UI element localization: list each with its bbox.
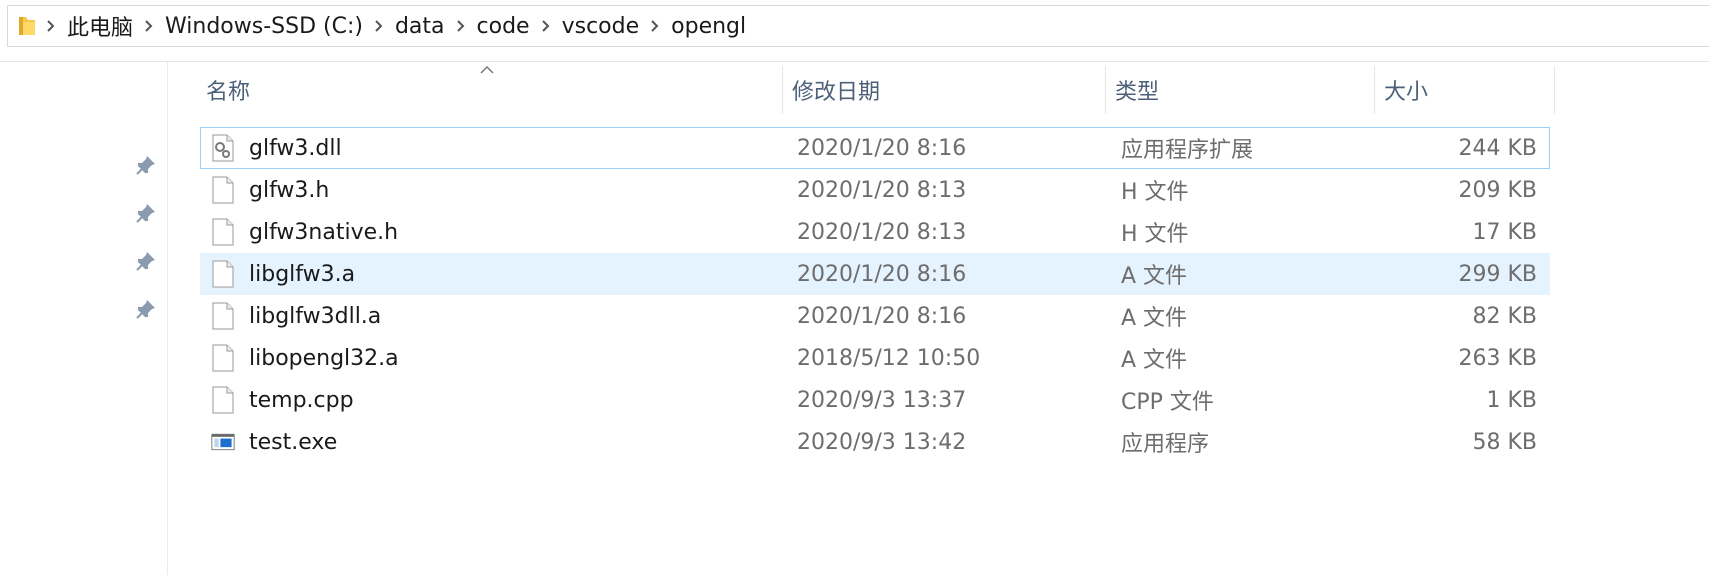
file-name: libglfw3dll.a (249, 303, 382, 329)
folder-icon (16, 15, 38, 37)
file-name: temp.cpp (249, 387, 354, 413)
file-size: 244 KB (1458, 135, 1537, 161)
file-modified: 2020/1/20 8:16 (797, 303, 967, 329)
file-row[interactable]: test.exe 2020/9/3 13:42 应用程序 58 KB (200, 421, 1550, 463)
toolbar-divider (0, 61, 1709, 62)
file-modified: 2020/9/3 13:37 (797, 387, 967, 413)
blank-file-icon (211, 260, 235, 288)
chevron-right-icon[interactable] (448, 6, 474, 46)
column-header-size[interactable]: 大小 (1374, 66, 1554, 114)
pin-icon[interactable] (135, 250, 157, 272)
blank-file-icon (211, 218, 235, 246)
file-type: H 文件 (1121, 180, 1189, 205)
file-size: 209 KB (1458, 177, 1537, 203)
file-name-cell: libglfw3.a (211, 254, 355, 294)
file-name: glfw3native.h (249, 219, 399, 245)
column-header-type[interactable]: 类型 (1105, 66, 1374, 114)
address-bar[interactable]: 此电脑 Windows-SSD (C:) data code vscode op… (7, 5, 1709, 47)
file-row[interactable]: temp.cpp 2020/9/3 13:37 CPP 文件 1 KB (200, 379, 1550, 421)
file-type: H 文件 (1121, 222, 1189, 247)
file-size: 263 KB (1458, 345, 1537, 371)
breadcrumb-item-data[interactable]: data (392, 14, 448, 39)
blank-file-icon (211, 344, 235, 372)
file-type: CPP 文件 (1121, 390, 1214, 415)
breadcrumb-item-vscode[interactable]: vscode (559, 14, 643, 39)
file-size: 58 KB (1472, 429, 1537, 455)
file-name-cell: glfw3native.h (211, 212, 398, 252)
file-type: 应用程序扩展 (1121, 138, 1254, 163)
file-row[interactable]: libopengl32.a 2018/5/12 10:50 A 文件 263 K… (200, 337, 1550, 379)
column-header-row: 名称 修改日期 类型 大小 (196, 66, 1558, 114)
navigation-pane (0, 62, 168, 575)
file-modified: 2020/9/3 13:42 (797, 429, 967, 455)
exe-window-icon (211, 428, 235, 456)
chevron-right-icon[interactable] (136, 6, 162, 46)
file-name: libopengl32.a (249, 345, 399, 371)
chevron-right-icon[interactable] (38, 6, 64, 46)
file-row[interactable]: glfw3.h 2020/1/20 8:13 H 文件 209 KB (200, 169, 1550, 211)
column-header-size-label: 大小 (1384, 80, 1429, 105)
file-row[interactable]: glfw3.dll 2020/1/20 8:16 应用程序扩展 244 KB (200, 127, 1550, 169)
chevron-right-icon[interactable] (642, 6, 668, 46)
file-name: glfw3.h (249, 177, 330, 203)
file-list: glfw3.dll 2020/1/20 8:16 应用程序扩展 244 KB g… (200, 127, 1550, 463)
breadcrumb-item-opengl[interactable]: opengl (668, 14, 749, 39)
chevron-right-icon[interactable] (533, 6, 559, 46)
column-header-name[interactable]: 名称 (196, 66, 782, 114)
file-modified: 2020/1/20 8:13 (797, 219, 967, 245)
file-type: A 文件 (1121, 264, 1188, 289)
file-modified: 2020/1/20 8:13 (797, 177, 967, 203)
file-name-cell: test.exe (211, 422, 337, 462)
file-row[interactable]: libglfw3dll.a 2020/1/20 8:16 A 文件 82 KB (200, 295, 1550, 337)
file-name-cell: libopengl32.a (211, 338, 399, 378)
file-name: libglfw3.a (249, 261, 356, 287)
file-modified: 2018/5/12 10:50 (797, 345, 981, 371)
breadcrumb-item-drive[interactable]: Windows-SSD (C:) (162, 14, 366, 39)
file-modified: 2020/1/20 8:16 (797, 135, 967, 161)
pin-icon[interactable] (135, 202, 157, 224)
file-name-cell: glfw3.dll (211, 128, 342, 168)
file-name: glfw3.dll (249, 135, 342, 161)
file-row[interactable]: glfw3native.h 2020/1/20 8:13 H 文件 17 KB (200, 211, 1550, 253)
file-explorer-window: 此电脑 Windows-SSD (C:) data code vscode op… (0, 0, 1709, 575)
pin-icon[interactable] (135, 298, 157, 320)
chevron-right-icon[interactable] (366, 6, 392, 46)
breadcrumb-item-this-pc[interactable]: 此电脑 (64, 10, 136, 42)
blank-file-icon (211, 302, 235, 330)
dll-gear-icon (211, 134, 235, 162)
file-size: 1 KB (1486, 387, 1537, 413)
file-size: 82 KB (1472, 303, 1537, 329)
file-size: 17 KB (1472, 219, 1537, 245)
file-name-cell: temp.cpp (211, 380, 354, 420)
column-header-modified-label: 修改日期 (792, 80, 881, 105)
file-row[interactable]: libglfw3.a 2020/1/20 8:16 A 文件 299 KB (200, 253, 1550, 295)
file-name-cell: libglfw3dll.a (211, 296, 381, 336)
column-header-name-label: 名称 (206, 80, 251, 105)
file-type: A 文件 (1121, 348, 1188, 373)
column-divider[interactable] (1554, 66, 1555, 114)
file-name: test.exe (249, 429, 338, 455)
file-modified: 2020/1/20 8:16 (797, 261, 967, 287)
file-name-cell: glfw3.h (211, 170, 329, 210)
blank-file-icon (211, 176, 235, 204)
column-header-modified[interactable]: 修改日期 (782, 66, 1105, 114)
column-header-type-label: 类型 (1115, 80, 1160, 105)
file-type: A 文件 (1121, 306, 1188, 331)
pin-icon[interactable] (135, 154, 157, 176)
file-size: 299 KB (1458, 261, 1537, 287)
breadcrumb-item-code[interactable]: code (474, 14, 533, 39)
blank-file-icon (211, 386, 235, 414)
file-type: 应用程序 (1121, 432, 1210, 457)
